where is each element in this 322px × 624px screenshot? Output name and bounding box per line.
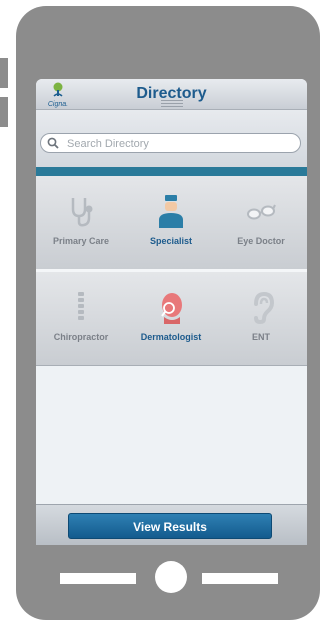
app-screen: Cigna. Directory Primary Care — [36, 79, 307, 545]
search-bar — [36, 110, 307, 167]
spine-icon — [78, 292, 84, 320]
speaker-bar-right — [202, 573, 278, 584]
category-label: ENT — [252, 332, 270, 342]
speaker-bar-left — [60, 573, 136, 584]
bottom-toolbar: View Results — [36, 504, 307, 545]
category-row-1: Primary Care Specialist Eye Doctor — [36, 176, 307, 272]
category-specialist[interactable]: Specialist — [126, 176, 216, 269]
eyeglasses-icon — [247, 204, 276, 220]
category-label: Eye Doctor — [237, 236, 285, 246]
home-button[interactable] — [155, 561, 187, 593]
results-area — [36, 366, 307, 504]
volume-down-button[interactable] — [0, 97, 8, 127]
category-primary-care[interactable]: Primary Care — [36, 176, 126, 269]
category-label: Chiropractor — [53, 332, 109, 342]
specialist-doctor-icon — [159, 195, 183, 228]
category-chiropractor[interactable]: Chiropractor — [36, 272, 126, 365]
category-eye-doctor[interactable]: Eye Doctor — [216, 176, 306, 269]
category-ent[interactable]: ENT — [216, 272, 306, 365]
pull-handle[interactable] — [161, 100, 183, 109]
category-label: Dermatologist — [140, 332, 202, 342]
search-icon — [47, 137, 59, 149]
volume-up-button[interactable] — [0, 58, 8, 88]
search-input[interactable] — [65, 135, 294, 153]
category-row-2: Chiropractor Dermatologist ENT — [36, 272, 307, 366]
category-label: Primary Care — [52, 236, 110, 246]
stethoscope-icon — [71, 198, 93, 227]
ear-icon — [254, 291, 275, 324]
category-dermatologist[interactable]: Dermatologist — [126, 272, 216, 365]
dermatology-face-icon — [161, 293, 182, 324]
app-header: Cigna. Directory — [36, 79, 307, 110]
view-results-button[interactable]: View Results — [68, 513, 272, 539]
search-field[interactable] — [40, 133, 301, 153]
category-label: Specialist — [149, 236, 193, 246]
